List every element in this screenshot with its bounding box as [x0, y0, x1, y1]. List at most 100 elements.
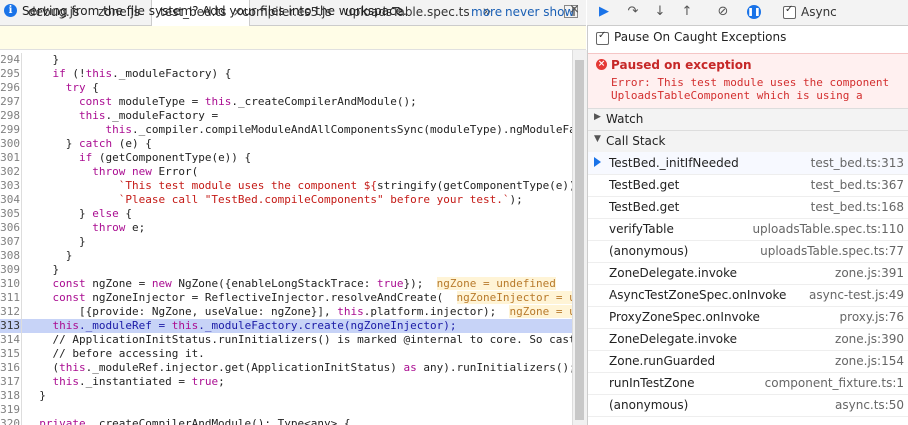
- frame-location-link[interactable]: test_bed.ts:313: [811, 156, 904, 170]
- frame-function-name: verifyTable: [609, 222, 674, 236]
- frame-location-link[interactable]: component_fixture.ts:1: [765, 376, 904, 390]
- call-stack-frame[interactable]: TestBed._initIfNeeded test_bed.ts:313: [588, 152, 908, 175]
- step-over-icon[interactable]: ↷: [624, 3, 642, 21]
- line-number[interactable]: 318: [0, 389, 20, 403]
- call-stack-frame[interactable]: runInTestZone component_fixture.ts:1: [588, 372, 908, 395]
- call-stack-frame[interactable]: AsyncTestZoneSpec.onInvoke async-test.js:…: [588, 284, 908, 307]
- code-line[interactable]: 315 // before accessing it.: [0, 347, 572, 361]
- line-number[interactable]: 307: [0, 235, 20, 249]
- code-line[interactable]: 307 }: [0, 235, 572, 249]
- call-stack-frame[interactable]: ZoneDelegate.invoke zone.js:390: [588, 328, 908, 351]
- line-number[interactable]: 300: [0, 137, 20, 151]
- call-stack-section-header[interactable]: ▼ Call Stack: [588, 130, 908, 153]
- code-line[interactable]: 309 }: [0, 263, 572, 277]
- line-number[interactable]: 309: [0, 263, 20, 277]
- call-stack-frame[interactable]: TestBed.get test_bed.ts:367: [588, 174, 908, 197]
- line-number[interactable]: 298: [0, 109, 20, 123]
- code-line[interactable]: 311 const ngZoneInjector = ReflectiveInj…: [0, 291, 572, 305]
- line-number[interactable]: 308: [0, 249, 20, 263]
- code-line[interactable]: 318 }: [0, 389, 572, 403]
- code-line[interactable]: 306 throw e;: [0, 221, 572, 235]
- code-line[interactable]: 294 }: [0, 53, 572, 67]
- call-stack-frame[interactable]: ProxyZoneSpec.onInvoke proxy.js:76: [588, 306, 908, 329]
- line-number[interactable]: 306: [0, 221, 20, 235]
- paused-code-line[interactable]: 313 this._moduleRef = this._moduleFactor…: [0, 319, 572, 333]
- code-editor[interactable]: 294 } 295 if (!this._moduleFactory) {296 …: [0, 50, 572, 425]
- code-text: const ngZone = new NgZone({enableLongSta…: [52, 277, 556, 290]
- code-line[interactable]: 299 this._compiler.compileModuleAndAllCo…: [0, 123, 572, 137]
- line-number[interactable]: 313: [0, 319, 20, 333]
- line-number[interactable]: 320: [0, 417, 20, 425]
- call-stack-frame[interactable]: Zone.runGuarded zone.js:154: [588, 350, 908, 373]
- line-number[interactable]: 311: [0, 291, 20, 305]
- code-line[interactable]: 312 [{provide: NgZone, useValue: ngZone}…: [0, 305, 572, 319]
- watch-section-header[interactable]: ▶ Watch: [588, 108, 908, 131]
- line-number[interactable]: 315: [0, 347, 20, 361]
- pause-on-exceptions-icon[interactable]: ❚❚: [747, 5, 761, 19]
- code-line[interactable]: 298 this._moduleFactory =: [0, 109, 572, 123]
- code-line[interactable]: 308 }: [0, 249, 572, 263]
- code-line[interactable]: 303 `This test module uses the component…: [0, 179, 572, 193]
- step-out-icon[interactable]: ↑: [678, 3, 696, 21]
- code-text: try {: [65, 81, 99, 94]
- deactivate-breakpoints-icon[interactable]: ⊘: [714, 3, 732, 21]
- frame-location-link[interactable]: uploadsTable.spec.ts:77: [760, 244, 904, 258]
- line-number[interactable]: 319: [0, 403, 20, 417]
- debugger-toolbar: ▶ ↷ ↓ ↑ ⊘ ❚❚: [587, 0, 908, 26]
- async-checkbox[interactable]: [783, 4, 796, 19]
- line-number[interactable]: 297: [0, 95, 20, 109]
- call-stack-frame[interactable]: TestBed.get test_bed.ts:168: [588, 196, 908, 219]
- infobar-more-link[interactable]: more: [471, 5, 502, 19]
- editor-scrollbar-thumb[interactable]: [575, 60, 584, 420]
- line-number[interactable]: 312: [0, 305, 20, 319]
- line-number[interactable]: 294: [0, 53, 20, 67]
- line-number[interactable]: 305: [0, 207, 20, 221]
- code-line[interactable]: 304 `Please call "TestBed.compileCompone…: [0, 193, 572, 207]
- code-line[interactable]: 302 throw new Error(: [0, 165, 572, 179]
- line-number[interactable]: 310: [0, 277, 20, 291]
- line-number[interactable]: 303: [0, 179, 20, 193]
- line-number[interactable]: 314: [0, 333, 20, 347]
- code-line[interactable]: 296 try {: [0, 81, 572, 95]
- frame-location-link[interactable]: async-test.js:49: [809, 288, 904, 302]
- code-text: this._moduleFactory =: [78, 109, 219, 122]
- code-line[interactable]: 319: [0, 403, 572, 417]
- call-stack-frame[interactable]: (anonymous) async.ts:50: [588, 394, 908, 417]
- code-line[interactable]: 295 if (!this._moduleFactory) {: [0, 67, 572, 81]
- code-text: if (getComponentType(e)) {: [78, 151, 252, 164]
- frame-location-link[interactable]: test_bed.ts:168: [811, 200, 904, 214]
- call-stack-frame[interactable]: ZoneDelegate.invoke zone.js:391: [588, 262, 908, 285]
- frame-location-link[interactable]: zone.js:154: [835, 354, 904, 368]
- line-number[interactable]: 304: [0, 193, 20, 207]
- code-line[interactable]: 310 const ngZone = new NgZone({enableLon…: [0, 277, 572, 291]
- code-line[interactable]: 301 if (getComponentType(e)) {: [0, 151, 572, 165]
- code-line[interactable]: 314 // ApplicationInitStatus.runInitiali…: [0, 333, 572, 347]
- code-line[interactable]: 320 private _createCompilerAndModule(): …: [0, 417, 572, 425]
- code-line[interactable]: 317 this._instantiated = true;: [0, 375, 572, 389]
- resume-icon[interactable]: ▶: [595, 3, 613, 21]
- frame-location-link[interactable]: proxy.js:76: [840, 310, 904, 324]
- line-number[interactable]: 299: [0, 123, 20, 137]
- line-number[interactable]: 295: [0, 67, 20, 81]
- infobar-never-show-link[interactable]: never show: [505, 5, 574, 19]
- frame-location-link[interactable]: zone.js:391: [835, 266, 904, 280]
- frame-location-link[interactable]: test_bed.ts:367: [811, 178, 904, 192]
- call-stack-frame[interactable]: (anonymous) uploadsTable.spec.ts:77: [588, 240, 908, 263]
- code-line[interactable]: 305 } else {: [0, 207, 572, 221]
- code-line[interactable]: 297 const moduleType = this._createCompi…: [0, 95, 572, 109]
- line-number[interactable]: 301: [0, 151, 20, 165]
- call-stack-frame[interactable]: verifyTable uploadsTable.spec.ts:110: [588, 218, 908, 241]
- frame-function-name: (anonymous): [609, 398, 689, 412]
- infobar-close-icon[interactable]: ×: [569, 2, 580, 17]
- code-line[interactable]: 300 } catch (e) {: [0, 137, 572, 151]
- line-number[interactable]: 316: [0, 361, 20, 375]
- frame-location-link[interactable]: zone.js:390: [835, 332, 904, 346]
- frame-location-link[interactable]: async.ts:50: [835, 398, 904, 412]
- pause-on-caught-checkbox[interactable]: [596, 30, 609, 45]
- step-into-icon[interactable]: ↓: [651, 3, 669, 21]
- line-number[interactable]: 296: [0, 81, 20, 95]
- frame-location-link[interactable]: uploadsTable.spec.ts:110: [752, 222, 904, 236]
- line-number[interactable]: 302: [0, 165, 20, 179]
- code-line[interactable]: 316 (this._moduleRef.injector.get(Applic…: [0, 361, 572, 375]
- line-number[interactable]: 317: [0, 375, 20, 389]
